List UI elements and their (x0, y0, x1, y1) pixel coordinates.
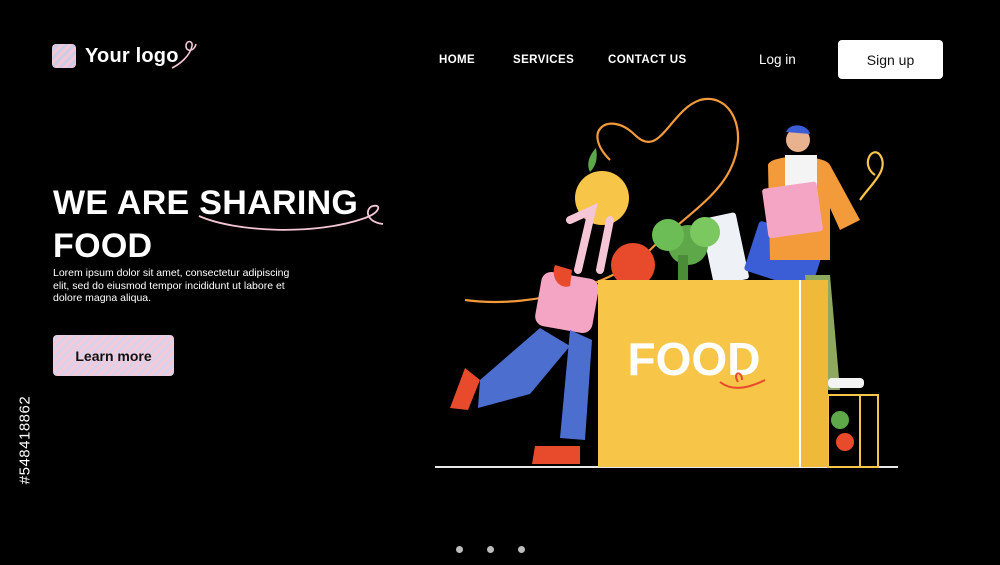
carousel-dot[interactable] (487, 546, 494, 553)
stock-id-watermark: #548418862 (10, 330, 40, 550)
logo-text: Your logo (85, 44, 179, 67)
nav-contact-us[interactable]: CONTACT US (608, 54, 687, 66)
login-link[interactable]: Log in (759, 52, 796, 67)
carousel-dot[interactable] (456, 546, 463, 553)
logo[interactable]: Your logo (52, 40, 197, 69)
signup-button[interactable]: Sign up (838, 40, 943, 79)
carousel-dot[interactable] (518, 546, 525, 553)
learn-more-button[interactable]: Learn more (53, 335, 174, 376)
hero-description: Lorem ipsum dolor sit amet, consectetur … (53, 267, 290, 304)
food-box-label: FOOD (628, 333, 761, 385)
title-underline-decoration (198, 204, 384, 231)
nav-services[interactable]: SERVICES (513, 54, 574, 66)
stock-id-text: #548418862 (16, 395, 34, 485)
logo-mark-icon (52, 44, 76, 68)
logo-squiggle-icon (171, 40, 197, 69)
food-sharing-illustration: FOOD (435, 97, 898, 468)
nav-home[interactable]: HOME (439, 54, 475, 66)
carousel-dots (456, 546, 525, 553)
